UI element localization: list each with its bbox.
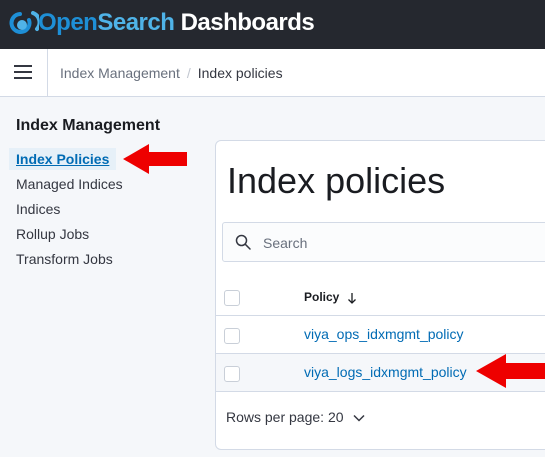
policy-column-label: Policy (304, 290, 340, 304)
policy-link[interactable]: viya_ops_idxmgmt_policy (304, 326, 464, 342)
rows-per-page-select[interactable]: Rows per page: 20 (226, 409, 365, 425)
sidebar-item-index-policies[interactable]: Index Policies (9, 148, 117, 170)
row-checkbox[interactable] (224, 366, 240, 382)
sidebar-item-indices[interactable]: Indices (16, 200, 60, 218)
sidebar-title: Index Management (16, 117, 161, 134)
app-brand[interactable]: OpenSearch Dashboards (38, 7, 315, 39)
select-all-checkbox[interactable] (224, 290, 240, 306)
table-row: viya_ops_idxmgmt_policy (216, 316, 545, 354)
rows-per-page-label: Rows per page: 20 (226, 409, 344, 425)
breadcrumb-index-policies: Index policies (197, 65, 283, 81)
row-checkbox[interactable] (224, 328, 240, 344)
red-arrow-icon (476, 354, 545, 388)
search-input[interactable] (261, 232, 545, 254)
brand-dashboards: Dashboards (174, 9, 315, 36)
search-icon (235, 234, 251, 250)
search-box[interactable] (222, 222, 545, 262)
breadcrumb-header: Index Management / Index policies (0, 49, 545, 97)
sort-arrow-down-icon (347, 292, 356, 304)
brand-search: Search (97, 9, 175, 36)
page-title: Index policies (227, 160, 446, 201)
breadcrumb-separator: / (186, 65, 191, 81)
top-header-bar: OpenSearch Dashboards (0, 0, 545, 49)
chevron-down-icon (353, 415, 365, 422)
menu-icon[interactable] (14, 65, 32, 79)
breadcrumb-index-management[interactable]: Index Management (60, 65, 180, 81)
policy-link[interactable]: viya_logs_idxmgmt_policy (304, 364, 467, 380)
breadcrumb: Index Management / Index policies (60, 65, 283, 81)
sidebar-item-managed-indices[interactable]: Managed Indices (16, 175, 123, 193)
index-policies-panel: Index policies Policy viya_ops_idxmgmt_p… (215, 140, 545, 450)
divider (47, 49, 48, 97)
sidebar-item-rollup-jobs[interactable]: Rollup Jobs (16, 225, 89, 243)
sidebar-item-transform-jobs[interactable]: Transform Jobs (16, 250, 113, 268)
red-arrow-icon (123, 144, 187, 174)
table-header-row: Policy (216, 278, 545, 316)
policy-column-header[interactable]: Policy (304, 290, 357, 304)
brand-open: Open (38, 9, 98, 36)
opensearch-logo-icon (9, 11, 39, 34)
